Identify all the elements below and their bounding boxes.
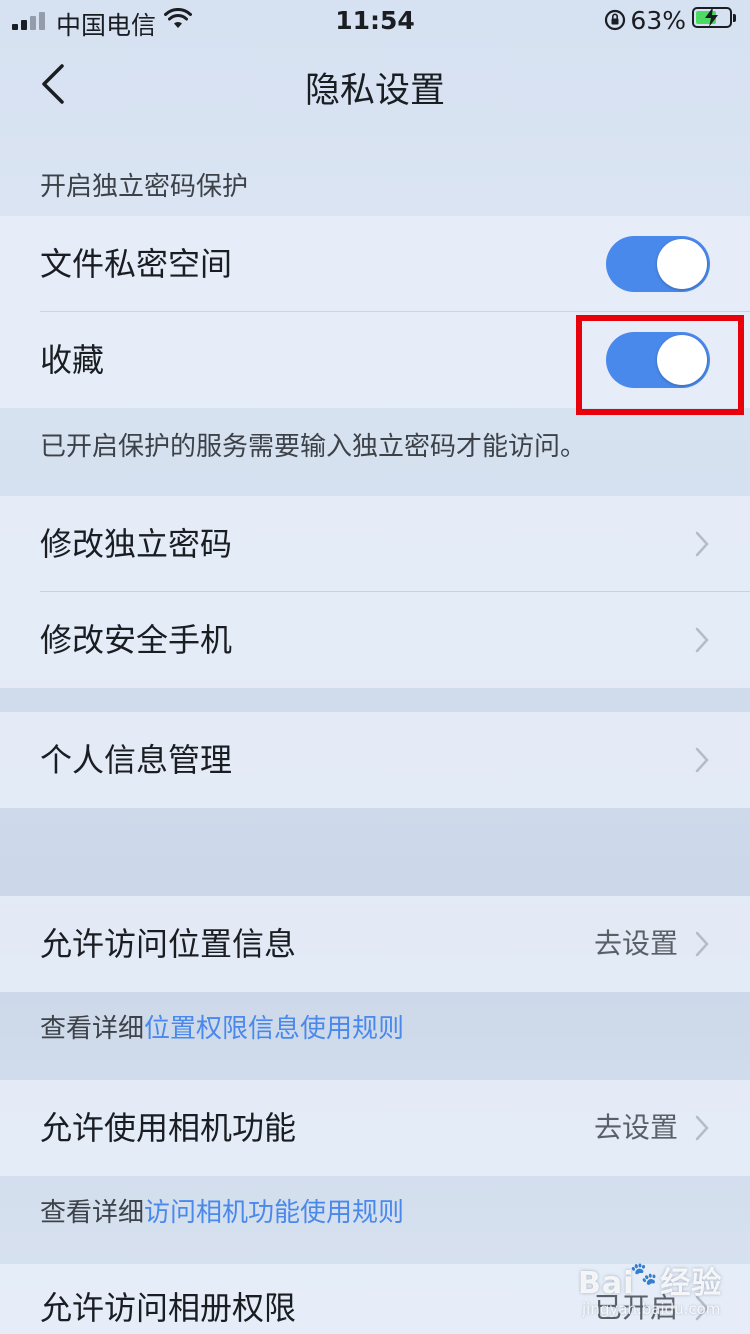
row-camera-permission[interactable]: 允许使用相机功能 去设置 (0, 1080, 750, 1176)
watermark-url: jingyan.baidu.com (582, 1300, 721, 1318)
row-label: 允许访问位置信息 (40, 925, 297, 963)
personal-info-group: 个人信息管理 (0, 712, 750, 808)
note-prefix: 查看详细 (40, 1198, 145, 1228)
page-title: 隐私设置 (304, 71, 445, 111)
chevron-right-icon (695, 627, 709, 653)
row-private-space: 文件私密空间 (0, 216, 750, 312)
row-label: 个人信息管理 (40, 741, 233, 779)
location-rules-link[interactable]: 位置权限信息使用规则 (144, 1014, 404, 1044)
note-prefix: 查看详细 (40, 1014, 145, 1044)
battery-tip (733, 14, 736, 22)
camera-note: 查看详细访问相机功能使用规则 (40, 1192, 404, 1229)
chevron-right-icon (695, 1115, 709, 1141)
chevron-right-icon (695, 931, 709, 957)
paw-icon: 🐾 (630, 1262, 658, 1287)
baidu-watermark: Bai 经验 🐾 jingyan.baidu.com (578, 1258, 728, 1324)
row-label: 收藏 (40, 341, 105, 379)
camera-permission-group: 允许使用相机功能 去设置 (0, 1080, 750, 1176)
row-label: 修改独立密码 (40, 525, 233, 563)
chevron-right-icon (695, 747, 709, 773)
row-label: 允许使用相机功能 (40, 1109, 297, 1147)
battery-charging-icon (692, 7, 732, 28)
row-label: 修改安全手机 (40, 621, 233, 659)
battery-percent: 63% (630, 6, 686, 35)
row-label: 允许访问相册权限 (40, 1289, 297, 1327)
row-change-password[interactable]: 修改独立密码 (0, 496, 750, 592)
section-header-password: 开启独立密码保护 (40, 172, 249, 202)
row-personal-info[interactable]: 个人信息管理 (0, 712, 750, 808)
row-label: 文件私密空间 (40, 245, 233, 283)
camera-rules-link[interactable]: 访问相机功能使用规则 (144, 1198, 404, 1228)
row-location-permission[interactable]: 允许访问位置信息 去设置 (0, 896, 750, 992)
location-permission-group: 允许访问位置信息 去设置 (0, 896, 750, 992)
password-actions-group: 修改独立密码 修改安全手机 (0, 496, 750, 688)
highlight-box (576, 315, 744, 415)
status-bar: 中国电信 11:54 63% (0, 0, 750, 44)
private-space-toggle[interactable] (606, 236, 710, 292)
row-value: 去设置 (593, 1111, 678, 1144)
password-note: 已开启保护的服务需要输入独立密码才能访问。 (40, 432, 587, 462)
orientation-lock-icon (604, 9, 626, 31)
row-change-phone[interactable]: 修改安全手机 (0, 592, 750, 688)
chevron-right-icon (695, 531, 709, 557)
row-value: 去设置 (593, 927, 678, 960)
location-note: 查看详细位置权限信息使用规则 (40, 1008, 404, 1045)
